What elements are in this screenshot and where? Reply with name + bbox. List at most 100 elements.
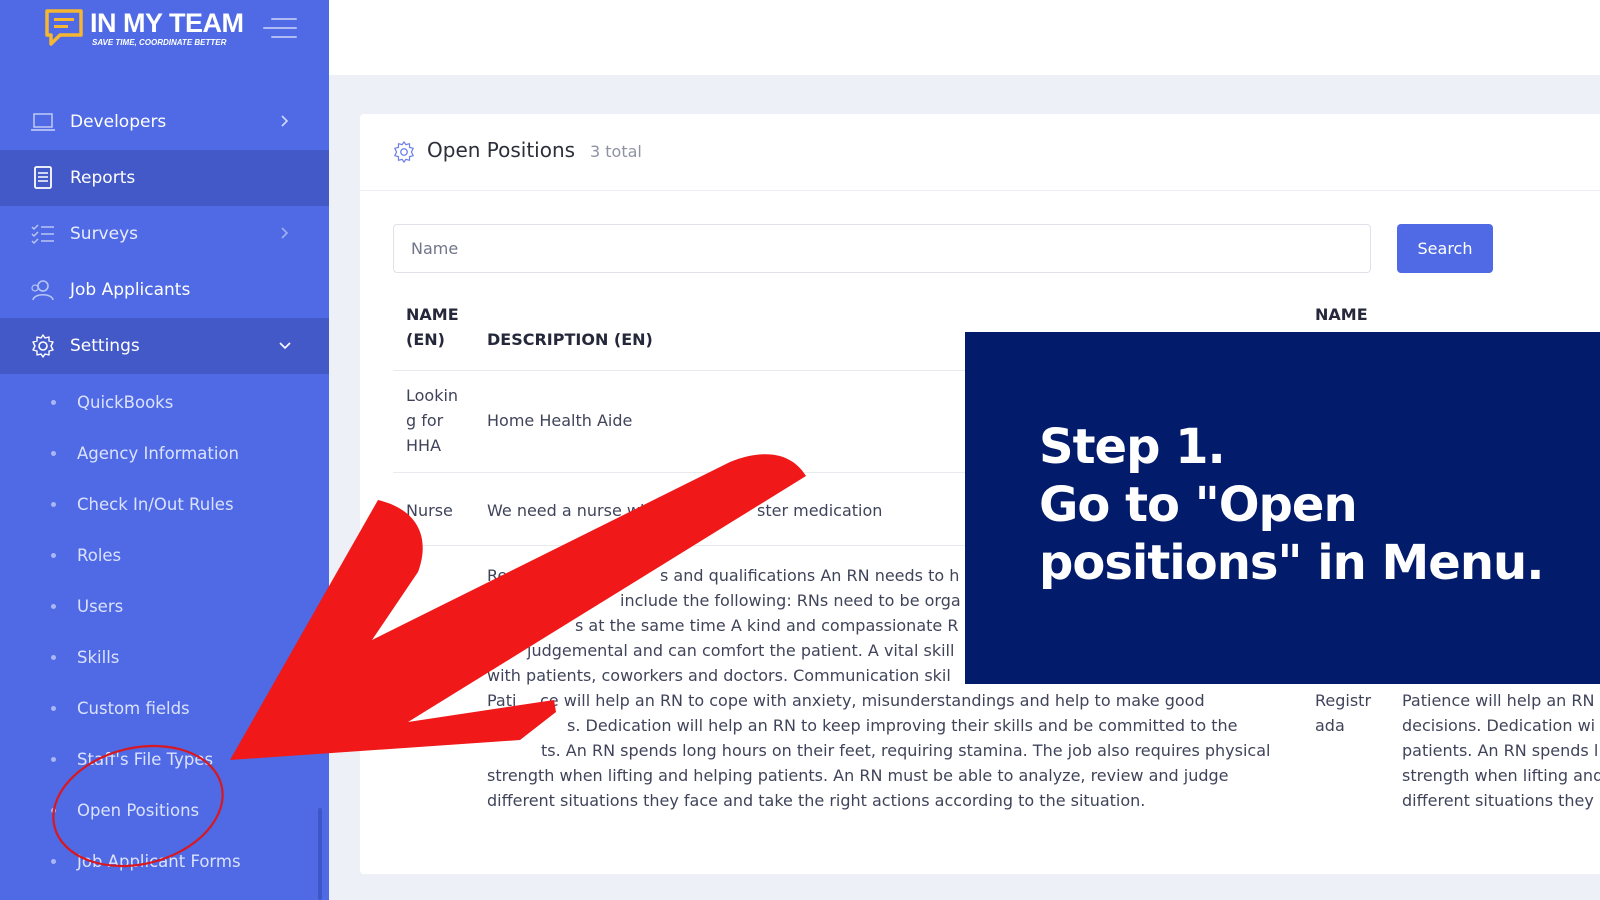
sidebar-item-label: Reports: [70, 168, 136, 188]
table-cell-description-fragment: Regist: [487, 566, 537, 585]
top-bar: [329, 0, 1600, 75]
table-cell-description-fragment: s at the same time A kind and compassion…: [575, 616, 959, 635]
page-title: Open Positions: [427, 138, 576, 162]
sidebar-item-job-applicants[interactable]: Job Applicants: [0, 262, 329, 318]
chat-bubble-icon: [45, 9, 83, 46]
tutorial-step-callout: Step 1. Go to "Open positions" in Menu.: [965, 332, 1600, 684]
sidebar-subitem-label: Roles: [77, 545, 122, 565]
sidebar-item-label: Developers: [70, 112, 167, 132]
chevron-right-icon: [281, 227, 289, 239]
sidebar-item-developers[interactable]: Developers: [0, 94, 329, 150]
bullet-icon: [51, 808, 56, 813]
tutorial-step-text: Step 1. Go to "Open positions" in Menu.: [1039, 418, 1544, 592]
sidebar-subitem-label: Job Applicant Forms: [77, 851, 241, 871]
brand-name: IN MY TEAM: [90, 8, 244, 38]
table-cell-description: Home Health Aide: [487, 411, 633, 430]
sidebar-subitem-users[interactable]: Users: [0, 586, 320, 626]
bullet-icon: [51, 502, 56, 507]
table-cell-description-fragment: s. Dedication will help an RN to keep im…: [567, 716, 1238, 735]
sidebar-subitem-label: Custom fields: [77, 698, 190, 718]
sidebar-subitem-open-positions[interactable]: Open Positions: [0, 790, 320, 830]
bullet-icon: [51, 604, 56, 609]
table-cell-description-fragment: different situations they face and take …: [487, 791, 1146, 810]
cell-line: Lookin: [406, 386, 459, 405]
cell-line: Patience will help an RN: [1402, 691, 1595, 710]
sidebar-subitem-label: Users: [77, 596, 124, 616]
cell-line: HHA: [406, 436, 442, 455]
sidebar-subitem-label: Open Positions: [77, 800, 200, 820]
sidebar-scrollbar[interactable]: [318, 808, 322, 900]
bullet-icon: [51, 553, 56, 558]
table-cell-description-fragment: with patients, coworkers and doctors. Co…: [487, 666, 951, 685]
cell-line: g for: [406, 411, 444, 430]
cell-line: ada: [1315, 716, 1345, 735]
column-header-description-en[interactable]: DESCRIPTION (EN): [487, 327, 653, 352]
sidebar-subitem-job-applicant-forms[interactable]: Job Applicant Forms: [0, 841, 320, 881]
table-cell-description-fragment: ts. An RN spends long hours on their fee…: [541, 741, 1271, 760]
bullet-icon: [51, 400, 56, 405]
chevron-down-icon: [279, 342, 291, 350]
sidebar-subitem-custom-fields[interactable]: Custom fields: [0, 688, 320, 728]
cell-line: decisions. Dedication wi: [1402, 716, 1596, 735]
table-cell-description-continued: ster medication: [757, 501, 883, 520]
bullet-icon: [51, 706, 56, 711]
sidebar-item-label: Surveys: [70, 224, 138, 244]
table-cell-description-fragment: s and qualifications An RN needs to h: [660, 566, 960, 585]
card-header: Open Positions 3 total: [360, 114, 1600, 191]
sidebar-subitem-label: QuickBooks: [77, 392, 174, 412]
table-cell-description-fragment: ce will help an RN to cope with anxiety,…: [540, 691, 1205, 710]
header-line: (EN): [406, 330, 445, 349]
bullet-icon: [51, 859, 56, 864]
sidebar-subitem-agency-information[interactable]: Agency Information: [0, 433, 320, 473]
sidebar-item-reports[interactable]: Reports: [0, 150, 329, 206]
sidebar-item-settings[interactable]: Settings: [0, 318, 329, 374]
brand-tagline: SAVE TIME, COORDINATE BETTER: [92, 38, 227, 47]
sidebar-subitem-label: Check In/Out Rules: [77, 494, 234, 514]
bullet-icon: [51, 655, 56, 660]
column-header-name-en[interactable]: NAME (EN): [406, 302, 459, 352]
cell-line: strength when lifting and: [1402, 766, 1600, 785]
table-cell-name-2: Registr ada: [1315, 688, 1371, 738]
step-line: positions" in Menu.: [1039, 535, 1544, 591]
step-line: Step 1.: [1039, 419, 1226, 475]
table-cell-description-fragment: include the following: RNs need to be or…: [620, 591, 961, 610]
laptop-icon: [31, 113, 55, 131]
table-cell-description-fragment: judgemental and can comfort the patient.…: [527, 641, 955, 660]
sidebar-subitem-roles[interactable]: Roles: [0, 535, 320, 575]
header-line: NAME: [406, 305, 459, 324]
table-cell-description-fragment: N: [487, 591, 499, 610]
table-cell-name: Nurse: [406, 501, 453, 520]
sidebar-subitem-skills[interactable]: Skills: [0, 637, 320, 677]
gear-icon: [394, 141, 414, 163]
search-button[interactable]: Search: [1397, 224, 1493, 273]
sidebar-subitem-label: Agency Information: [77, 443, 239, 463]
sidebar-item-surveys[interactable]: Surveys: [0, 206, 329, 262]
sidebar: IN MY TEAM SAVE TIME, COORDINATE BETTER …: [0, 0, 329, 900]
column-header-name[interactable]: NAME: [1315, 302, 1368, 327]
users-icon: [31, 280, 54, 301]
sidebar-subitem-label: Skills: [77, 647, 120, 667]
table-cell-name: Lookin g for HHA: [406, 383, 458, 458]
hamburger-menu-icon[interactable]: [263, 16, 297, 40]
sidebar-subitem-label: Staff's File Types: [77, 749, 214, 769]
cell-line: patients. An RN spends l: [1402, 741, 1599, 760]
sidebar-subitem-check-in-out-rules[interactable]: Check In/Out Rules: [0, 484, 320, 524]
document-icon: [34, 166, 52, 189]
brand-logo[interactable]: IN MY TEAM SAVE TIME, COORDINATE BETTER: [44, 6, 254, 50]
cell-line: Registr: [1315, 691, 1372, 710]
bullet-icon: [51, 451, 56, 456]
table-cell-description-fragment: Pati: [487, 691, 517, 710]
chevron-right-icon: [281, 115, 289, 127]
search-input[interactable]: [393, 224, 1371, 273]
total-count: 3 total: [590, 142, 642, 161]
step-line: Go to "Open: [1039, 477, 1358, 533]
cell-line: different situations they: [1402, 791, 1594, 810]
sidebar-subitem-staff-file-types[interactable]: Staff's File Types: [0, 739, 320, 779]
table-cell-description: We need a nurse wh: [487, 501, 651, 520]
sidebar-item-label: Job Applicants: [70, 280, 191, 300]
table-cell-description-fragment: strength when lifting and helping patien…: [487, 766, 1229, 785]
checklist-icon: [31, 224, 54, 245]
sidebar-subitem-quickbooks[interactable]: QuickBooks: [0, 382, 320, 422]
bullet-icon: [51, 757, 56, 762]
table-cell-description-2: Patience will help an RN decisions. Dedi…: [1402, 688, 1600, 813]
